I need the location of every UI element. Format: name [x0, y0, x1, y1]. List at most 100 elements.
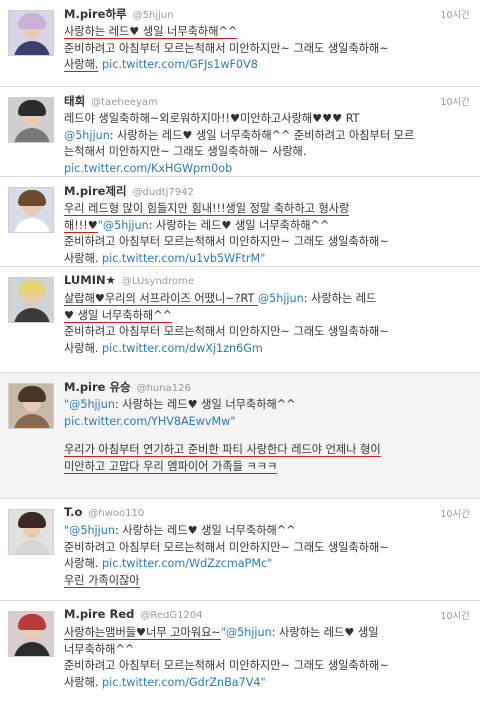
tweet-item[interactable]: M.pire 유승 @huna126 "@5hjjun: 사랑하는 레드♥ 생일 너… [0, 372, 480, 498]
user-handle[interactable]: @dudtj7942 [133, 187, 194, 198]
tweet-text-line: 사랑하는맴버들♥너무 고마워요~"@5hjjun: 사랑하는 레드♥ 생일 [64, 625, 470, 642]
avatar[interactable] [8, 611, 54, 657]
avatar-shoulders [14, 218, 50, 232]
avatar[interactable] [8, 10, 54, 56]
avatar[interactable] [8, 97, 54, 143]
tweet-text: 해!!!♥ [64, 218, 98, 233]
tweet-text-line: 준비하려고 아침부터 모르는척해서 미안하지만~ 그래도 생일축하해~ [64, 540, 470, 557]
tweet-text-line: 준비하려고 아침부터 모르는척해서 미안하지만~ 그래도 생일축하해~ [64, 41, 470, 58]
pic-link[interactable]: pic.twitter.com/KxHGWpm0ob [64, 162, 232, 175]
tweet-content: M.pire하루 @5hjjun 10시간 사랑하는 레드♥ 생일 너무축하해^^ 준비… [64, 6, 470, 74]
tweet-text: 우리가 아침부터 연기하고 준비한 파티 사랑한다 레드야 언제나 형이 [64, 443, 381, 457]
user-name[interactable]: M.pire 유승 [64, 380, 131, 394]
tweet-timestamp[interactable]: 10시간 [440, 94, 470, 108]
user-name[interactable]: 태희 [64, 94, 85, 108]
user-handle[interactable]: @huna126 [137, 383, 191, 394]
pic-link[interactable]: pic.twitter.com/GFJs1wF0V8 [98, 58, 258, 71]
tweet-text-line: 사랑해. pic.twitter.com/WdZzcmaPMc" [64, 556, 470, 573]
tweet-text-line: 사랑해. pic.twitter.com/u1vb5WFtrM" [64, 251, 470, 267]
avatar-hair [18, 190, 46, 206]
tweet-item[interactable]: M.pire Red @RedG1204 10시간사랑하는맴버들♥너무 고마워요~"… [0, 600, 480, 701]
tweet-content: LUMIN★ @LUsyndrome 살랍해♥우리의 서프라이즈 어땠니~?RT @… [64, 273, 470, 357]
mention-link[interactable]: "@5hjjun [64, 524, 115, 537]
avatar[interactable] [8, 509, 54, 555]
tweet-text: 미안하고 고맙다 우리 엠파이어 가족들 ㅋㅋㅋ [64, 459, 278, 474]
avatar-shoulders [14, 41, 50, 55]
avatar-hair [18, 13, 46, 29]
avatar-shoulders [14, 642, 50, 656]
tweet-text: 우리 레드형 많이 힘들지만 힘내!!!생일 정말 축하하고 형사랑 [64, 202, 350, 216]
pic-link[interactable]: pic.twitter.com/u1vb5WFtrM" [102, 252, 265, 265]
tweet-text: : 사랑하는 레드♥ 생일 너무축하해^^ [114, 524, 296, 537]
mention-link[interactable]: @5hjjun [64, 129, 110, 142]
tweet-text-line: 살랍해♥우리의 서프라이즈 어땠니~?RT @5hjjun: 사랑하는 레드 [64, 291, 470, 308]
user-name[interactable]: LUMIN★ [64, 273, 116, 287]
tweet-header: LUMIN★ @LUsyndrome [64, 273, 470, 291]
tweet-text-line: 사랑해. pic.twitter.com/GFJs1wF0V8 [64, 57, 470, 74]
tweet-text-line: 레드야 생일축하해~외로워하지마!!♥미안하고사랑해♥♥♥ RT [64, 111, 470, 128]
tweet-text: 준비하려고 아침부터 모르는척해서 미안하지만~ 그래도 생일축하해~ [64, 540, 389, 554]
user-name[interactable]: T.o [64, 505, 82, 519]
tweet-header: M.pire제리 @dudtj7942 [64, 183, 470, 201]
tweet-text: 사랑해. [64, 251, 102, 265]
tweet-text-line: 준비하려고 아침부터 모르는척해서 미안하지만~ 그래도 생일축하해~ [64, 658, 470, 675]
avatar-hair [18, 100, 46, 116]
tweet-text-line: 우린 가족이잖아 [64, 573, 470, 590]
pic-link[interactable]: pic.twitter.com/GdrZnBa7V4" [102, 676, 266, 689]
tweet-content: 태희 @taeheeyam 10시간레드야 생일축하해~외로워하지마!!♥미안하고사… [64, 93, 470, 176]
tweet-item[interactable]: M.pire제리 @dudtj7942 우리 레드형 많이 힘들지만 힘내!!!생일… [0, 176, 480, 266]
user-name[interactable]: M.pire제리 [64, 184, 127, 198]
tweet-text: 사랑해. [64, 675, 102, 689]
avatar-shoulders [14, 540, 50, 554]
mention-link[interactable]: @5hjjun [258, 292, 304, 305]
tweet-text-line: 사랑해. pic.twitter.com/GdrZnBa7V4" [64, 675, 470, 692]
user-handle[interactable]: @hwoo110 [88, 508, 144, 519]
user-handle[interactable]: @LUsyndrome [122, 276, 194, 287]
tweet-text-line: pic.twitter.com/YHV8AEwvMw" [64, 414, 470, 431]
avatar[interactable] [8, 187, 54, 233]
avatar-hair [18, 386, 46, 402]
pic-link[interactable]: pic.twitter.com/YHV8AEwvMw" [64, 415, 235, 428]
tweet-text-line: ♥ 생일 너무축하해^^ [64, 308, 470, 325]
tweet-timestamp[interactable]: 10시간 [440, 608, 470, 622]
tweet-header: T.o @hwoo110 10시간 [64, 505, 470, 523]
tweet-text: 사랑해. [64, 58, 99, 72]
tweet-text: : 사랑하는 레드 [303, 292, 377, 305]
tweet-header: M.pire하루 @5hjjun 10시간 [64, 6, 470, 24]
tweet-item[interactable]: 태희 @taeheeyam 10시간레드야 생일축하해~외로워하지마!!♥미안하고사… [0, 86, 480, 176]
avatar[interactable] [8, 277, 54, 323]
tweet-text: 살랍해♥우리의 서프라이즈 어땠니~?RT [64, 292, 258, 306]
tweet-text-line: 사랑해. pic.twitter.com/dwXj1zn6Gm [64, 341, 470, 358]
tweet-text: : 사랑하는 레드♥ 생일 [271, 626, 379, 639]
tweet-text-line: 준비하려고 아침부터 모르는척해서 미안하지만~ 그래도 생일축하해~ [64, 324, 470, 341]
user-handle[interactable]: @5hjjun [133, 10, 174, 21]
avatar-shoulders [14, 414, 50, 428]
tweet-text-line: 해!!!♥"@5hjjun: 사랑하는 레드♥ 생일 너무축하해^^ [64, 218, 470, 235]
user-name[interactable]: M.pire하루 [64, 7, 127, 21]
tweet-item[interactable]: M.pire하루 @5hjjun 10시간 사랑하는 레드♥ 생일 너무축하해^^ 준비… [0, 0, 480, 86]
avatar-hair [18, 614, 46, 630]
tweet-header: M.pire 유승 @huna126 [64, 379, 470, 397]
tweet-text: 레드야 생일축하해~외로워하지마!!♥미안하고사랑해♥♥♥ RT [64, 112, 360, 125]
mention-link[interactable]: "@5hjjun [64, 398, 115, 411]
avatar-shoulders [14, 308, 50, 322]
mention-link[interactable]: "@5hjjun [98, 219, 149, 232]
tweet-content: M.pire제리 @dudtj7942 우리 레드형 많이 힘들지만 힘내!!!생일… [64, 183, 470, 266]
tweet-timestamp[interactable]: 10시간 [440, 7, 470, 21]
mention-link[interactable]: "@5hjjun [221, 626, 272, 639]
tweet-text: 준비하려고 아침부터 모르는척해서 미안하지만~ 그래도 생일축하해~ [64, 235, 389, 248]
tweet-text: 준비하려고 아침부터 모르는척해서 미안하지만~ 그래도 생일축하해~ [64, 659, 389, 672]
avatar[interactable] [8, 383, 54, 429]
tweet-text-line: @5hjjun: 사랑하는 레드♥ 생일 너무축하해^^ 준비하려고 아침부터 … [64, 128, 470, 145]
user-handle[interactable]: @RedG1204 [140, 610, 202, 621]
tweet-timestamp[interactable]: 10시간 [440, 506, 470, 520]
user-handle[interactable]: @taeheeyam [91, 97, 158, 108]
user-name[interactable]: M.pire Red [64, 607, 134, 621]
pic-link[interactable]: pic.twitter.com/dwXj1zn6Gm [102, 342, 263, 355]
tweet-item[interactable]: LUMIN★ @LUsyndrome 살랍해♥우리의 서프라이즈 어땠니~?RT @… [0, 266, 480, 372]
tweet-feed: M.pire하루 @5hjjun 10시간 사랑하는 레드♥ 생일 너무축하해^^ 준비… [0, 0, 480, 701]
pic-link[interactable]: pic.twitter.com/WdZzcmaPMc" [102, 557, 272, 570]
tweet-text: : 사랑하는 레드♥ 생일 너무축하해^^ [148, 218, 330, 232]
tweet-item[interactable]: T.o @hwoo110 10시간 "@5hjjun: 사랑하는 레드♥ 생일 너무축… [0, 498, 480, 600]
